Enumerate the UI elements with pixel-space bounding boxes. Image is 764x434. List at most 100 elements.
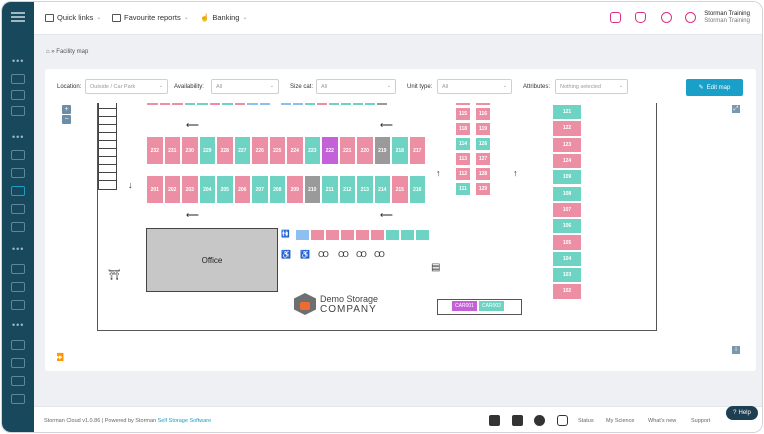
banking-menu[interactable]: ☝ Banking ⌄: [200, 13, 247, 22]
unit-office-strip-cell[interactable]: [295, 229, 310, 241]
unit-office-strip-cell[interactable]: [310, 229, 325, 241]
facebook-icon[interactable]: [534, 415, 545, 426]
unit-partial[interactable]: [183, 103, 196, 106]
unit-207[interactable]: 207: [251, 175, 269, 204]
unit-203[interactable]: 203: [181, 175, 199, 204]
unit-partial[interactable]: [196, 103, 209, 106]
unit-224[interactable]: 224: [286, 136, 304, 165]
attributes-select[interactable]: Nothing selected ⌄: [555, 79, 628, 94]
map-icon[interactable]: [11, 186, 25, 196]
unit-217[interactable]: 217: [408, 136, 426, 165]
chart-icon[interactable]: [11, 358, 25, 368]
unit-partial[interactable]: [233, 103, 246, 106]
unit-partial[interactable]: [376, 103, 388, 106]
unit-108[interactable]: 108: [552, 185, 582, 202]
info-icon[interactable]: i: [732, 346, 740, 354]
unit-201[interactable]: 201: [146, 175, 164, 204]
unit-partial[interactable]: [304, 103, 316, 106]
unit-115[interactable]: 115: [455, 107, 471, 121]
unit-118[interactable]: 118: [455, 122, 471, 136]
linkedin-icon[interactable]: [512, 415, 523, 426]
footer-link[interactable]: Self Storage Software: [158, 418, 212, 424]
bell-icon[interactable]: [635, 12, 646, 23]
unit-office-strip-cell[interactable]: [340, 229, 355, 241]
unit-220[interactable]: 220: [356, 136, 374, 165]
unit-partial[interactable]: [352, 103, 364, 106]
unit-229[interactable]: 229: [198, 136, 216, 165]
location-select[interactable]: Outside / Car Park ⌄: [85, 79, 168, 94]
unit-partial[interactable]: [258, 103, 271, 106]
unit-221[interactable]: 221: [338, 136, 356, 165]
fast-forward-icon[interactable]: ⏩: [57, 353, 64, 361]
unit-office-strip-cell[interactable]: [325, 229, 340, 241]
unit-223[interactable]: 223: [303, 136, 321, 165]
unit-partial[interactable]: [340, 103, 352, 106]
car-icon[interactable]: [11, 204, 25, 214]
document-icon[interactable]: [11, 150, 25, 160]
globe-icon[interactable]: [11, 168, 25, 178]
unit-218[interactable]: 218: [391, 136, 409, 165]
footer-whats-new-link[interactable]: What's new: [648, 418, 676, 424]
chat-icon[interactable]: [610, 12, 621, 23]
unit-227[interactable]: 227: [233, 136, 251, 165]
unit-113[interactable]: 113: [455, 152, 471, 166]
unit-232[interactable]: 232: [146, 136, 164, 165]
map-viewport[interactable]: + − ⤢ i ⏩ 232231230229228227226225224223…: [57, 103, 749, 361]
unit-122[interactable]: 122: [552, 120, 582, 137]
unit-206[interactable]: 206: [233, 175, 251, 204]
unit-105[interactable]: 105: [552, 234, 582, 251]
user-icon[interactable]: [11, 394, 25, 404]
unit-127[interactable]: 127: [475, 152, 491, 166]
calendar-icon[interactable]: [11, 376, 25, 386]
unit-209[interactable]: 209: [286, 175, 304, 204]
unit-car001[interactable]: CAR001: [452, 301, 477, 311]
unit-office-strip-cell[interactable]: [385, 229, 400, 241]
zoom-in-button[interactable]: +: [62, 105, 71, 114]
menu-icon[interactable]: [11, 12, 25, 22]
unit-type-select[interactable]: All ⌄: [437, 79, 512, 94]
unit-partial[interactable]: [158, 103, 171, 106]
unit-partial[interactable]: [171, 103, 184, 106]
list-icon[interactable]: [11, 106, 25, 116]
youtube-icon[interactable]: [489, 415, 500, 426]
unit-office-strip-cell[interactable]: [400, 229, 415, 241]
unit-123[interactable]: 123: [552, 136, 582, 153]
unit-partial[interactable]: [328, 103, 340, 106]
unit-102[interactable]: 102: [552, 283, 582, 300]
unit-partial[interactable]: [146, 103, 159, 106]
unit-116[interactable]: 116: [475, 107, 491, 121]
unit-107[interactable]: 107: [552, 201, 582, 219]
unit-partial[interactable]: [364, 103, 376, 106]
unit-office-strip-cell[interactable]: [355, 229, 370, 241]
unit-230[interactable]: 230: [181, 136, 199, 165]
unit-partial[interactable]: [475, 103, 491, 106]
unit-121[interactable]: 121: [552, 104, 582, 121]
unit-partial[interactable]: [292, 103, 304, 106]
unit-partial[interactable]: [316, 103, 328, 106]
footer-status-link[interactable]: Status: [578, 418, 594, 424]
unit-216[interactable]: 216: [408, 175, 426, 204]
footer-support-link[interactable]: Support: [691, 418, 710, 424]
unit-219[interactable]: 219: [373, 136, 391, 165]
dashboard-icon[interactable]: [11, 74, 25, 84]
unit-114[interactable]: 114: [455, 137, 471, 151]
unit-211[interactable]: 211: [321, 175, 339, 204]
help-button[interactable]: ? Help: [726, 406, 758, 420]
reports-icon[interactable]: [11, 90, 25, 100]
unit-231[interactable]: 231: [163, 136, 181, 165]
unit-office-strip-cell[interactable]: [415, 229, 430, 241]
tag-icon[interactable]: [11, 264, 25, 274]
unit-129[interactable]: 129: [475, 182, 491, 196]
unit-126[interactable]: 126: [475, 137, 491, 151]
unit-109[interactable]: 109: [552, 169, 582, 186]
home-icon[interactable]: ⌂: [46, 49, 50, 55]
unit-213[interactable]: 213: [356, 175, 374, 204]
unit-partial[interactable]: [221, 103, 234, 106]
edit-icon[interactable]: [11, 222, 25, 232]
user-avatar-icon[interactable]: [685, 12, 696, 23]
fullscreen-icon[interactable]: ⤢: [732, 105, 740, 113]
settings-icon[interactable]: [11, 300, 25, 310]
unit-partial[interactable]: [455, 103, 471, 106]
unit-212[interactable]: 212: [338, 175, 356, 204]
unit-111[interactable]: 111: [455, 182, 471, 196]
